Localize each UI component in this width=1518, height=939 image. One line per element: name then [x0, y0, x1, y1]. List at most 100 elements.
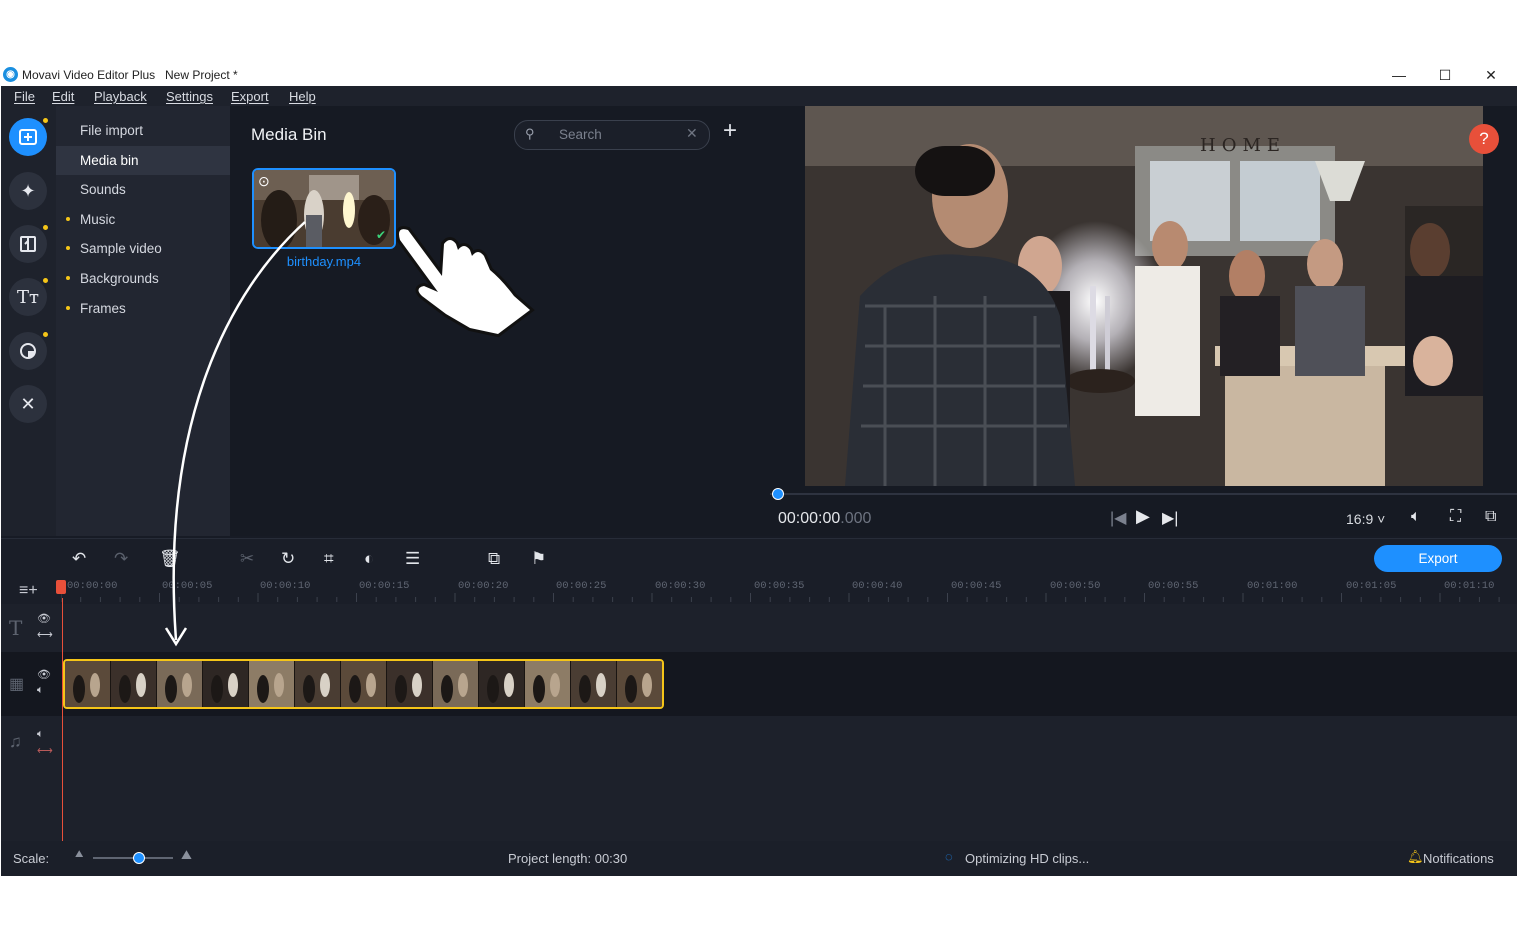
menu-file[interactable]: File [14, 89, 35, 104]
bell-icon[interactable]: 🔔︎ [1407, 849, 1424, 865]
speaker-icon: 🔈︎ [1411, 508, 1421, 525]
transition-wizard-button[interactable]: ⧉ [488, 549, 500, 569]
play-button[interactable]: ▶ [1136, 506, 1150, 527]
help-button[interactable]: ? [1469, 124, 1499, 154]
crop-icon: ⌗ [324, 549, 334, 568]
sticker-icon [20, 343, 36, 359]
zoom-out-icon[interactable]: ⛰ [75, 849, 83, 860]
playhead-handle[interactable] [56, 580, 66, 594]
text-icon: Tт [17, 287, 39, 308]
timecode-milliseconds: .000 [840, 510, 872, 527]
clear-search-icon[interactable]: ✕ [686, 125, 698, 142]
stickers-tool-button[interactable] [9, 332, 47, 370]
new-dot-icon [43, 332, 48, 337]
fullscreen-icon: ⛶ [1450, 508, 1462, 525]
video-thumbnail-image [254, 170, 394, 247]
new-dot-icon [66, 306, 70, 310]
timecode-main: 00:00:00 [778, 510, 841, 527]
add-track-icon: ≡+ [19, 582, 38, 599]
ruler-label: 00:00:25 [556, 580, 607, 592]
new-dot-icon [66, 246, 70, 250]
nav-item-backgrounds[interactable]: Backgrounds [56, 264, 230, 293]
menu-export[interactable]: Export [231, 89, 269, 104]
undo-button[interactable]: ↶ [72, 549, 86, 569]
nav-item-media-bin[interactable]: Media bin [56, 146, 230, 175]
timeline-toolbar: ↶ ↷ 🗑︎ ✂ ↻ ⌗ ◐ ☰ ⧉ ⚑ Export [1, 538, 1517, 581]
ruler-label: 00:00:50 [1050, 580, 1101, 592]
mute-toggle[interactable]: 🔈︎ [37, 728, 44, 741]
import-tool-button[interactable] [9, 118, 47, 156]
nav-item-sample-video[interactable]: Sample video [56, 234, 230, 263]
timeline-ruler[interactable]: ≡+ 00:00:00 00:00:05 00:00:10 00:00:15 0… [1, 580, 1517, 604]
ruler-label: 00:00:00 [67, 580, 118, 592]
link-toggle[interactable]: ⟷ [37, 628, 53, 641]
ruler-label: 00:00:35 [754, 580, 805, 592]
nav-item-label: Sounds [80, 182, 126, 197]
menu-help[interactable]: Help [289, 89, 316, 104]
nav-item-label: Backgrounds [80, 271, 159, 286]
menu-settings[interactable]: Settings [166, 89, 213, 104]
new-dot-icon [66, 276, 70, 280]
filters-tool-button[interactable]: ✦ [9, 172, 47, 210]
contrast-icon: ◐ [364, 549, 375, 568]
speaker-icon: 🔈︎ [37, 728, 44, 740]
split-button[interactable]: ✂ [240, 549, 254, 569]
nav-item-sounds[interactable]: Sounds [56, 175, 230, 204]
media-thumbnail[interactable]: ⊙ ✔ [252, 168, 396, 249]
maximize-button[interactable]: ☐ [1422, 64, 1468, 86]
redo-button[interactable]: ↷ [114, 549, 128, 569]
notifications-button[interactable]: Notifications [1423, 851, 1494, 866]
zoom-in-icon[interactable]: ⛰ [181, 847, 192, 863]
nav-item-frames[interactable]: Frames [56, 294, 230, 323]
search-input[interactable] [559, 125, 679, 143]
menu-edit[interactable]: Edit [52, 89, 74, 104]
transitions-tool-button[interactable] [9, 225, 47, 263]
ruler-label: 00:00:55 [1148, 580, 1199, 592]
seek-bar[interactable] [770, 493, 1517, 495]
mute-toggle[interactable]: 🔈︎ [37, 684, 44, 697]
ruler-label: 00:00:05 [162, 580, 213, 592]
rotate-button[interactable]: ↻ [281, 549, 295, 569]
volume-button[interactable]: 🔈︎ [1411, 508, 1421, 526]
add-track-button[interactable]: ≡+ [19, 582, 38, 600]
seek-handle[interactable] [772, 488, 784, 500]
minimize-button[interactable]: — [1376, 64, 1422, 86]
birthday-party-frame: HOME [805, 106, 1483, 486]
menu-bar: File Edit Playback Settings Export Help [1, 86, 1517, 106]
aspect-ratio-select[interactable]: 16:9 ˅ [1346, 511, 1385, 527]
checkmark-icon: ✔ [376, 228, 387, 242]
close-button[interactable]: ✕ [1468, 64, 1514, 86]
clip-properties-button[interactable]: ☰ [405, 549, 420, 569]
preview-panel: HOME ? 00:00:00.000 |◀ ▶ ▶| 16:9 ˅ 🔈︎ ⛶ … [770, 106, 1517, 536]
menu-playback[interactable]: Playback [94, 89, 147, 104]
nav-item-label: Media bin [80, 153, 139, 168]
ruler-label: 00:00:45 [951, 580, 1002, 592]
next-frame-button[interactable]: ▶| [1162, 508, 1178, 528]
visibility-toggle[interactable]: 👁︎ [37, 612, 51, 625]
visibility-toggle[interactable]: 👁︎ [37, 668, 51, 681]
popout-preview-button[interactable]: ⧉ [1485, 508, 1496, 526]
scale-slider-thumb[interactable] [133, 852, 146, 864]
add-marker-button[interactable]: ⚑ [531, 549, 546, 569]
add-media-button[interactable]: + [723, 118, 737, 144]
export-button[interactable]: Export [1374, 545, 1502, 572]
titles-tool-button[interactable]: Tт [9, 278, 47, 316]
scissors-icon: ✂ [240, 549, 255, 568]
timecode: 00:00:00.000 [778, 510, 871, 528]
nav-item-music[interactable]: Music [56, 205, 230, 234]
previous-frame-button[interactable]: |◀ [1110, 508, 1126, 528]
more-tools-button[interactable]: ✕ [9, 385, 47, 423]
fullscreen-button[interactable]: ⛶ [1450, 508, 1461, 526]
video-clip[interactable] [63, 659, 664, 709]
delete-button[interactable]: 🗑︎ [159, 549, 181, 569]
crop-button[interactable]: ⌗ [324, 549, 334, 569]
nav-item-label: Music [80, 212, 116, 227]
unlink-toggle[interactable]: ⟷ [37, 744, 53, 757]
search-box: ⚲ ✕ [514, 120, 710, 150]
new-dot-icon [43, 118, 48, 123]
nav-item-file-import[interactable]: File import [56, 116, 230, 145]
app-title: Movavi Video Editor Plus [22, 68, 156, 82]
media-bin-title: Media Bin [251, 125, 327, 144]
audio-track-icon: ♫ [9, 732, 22, 751]
color-adjust-button[interactable]: ◐ [364, 549, 374, 569]
